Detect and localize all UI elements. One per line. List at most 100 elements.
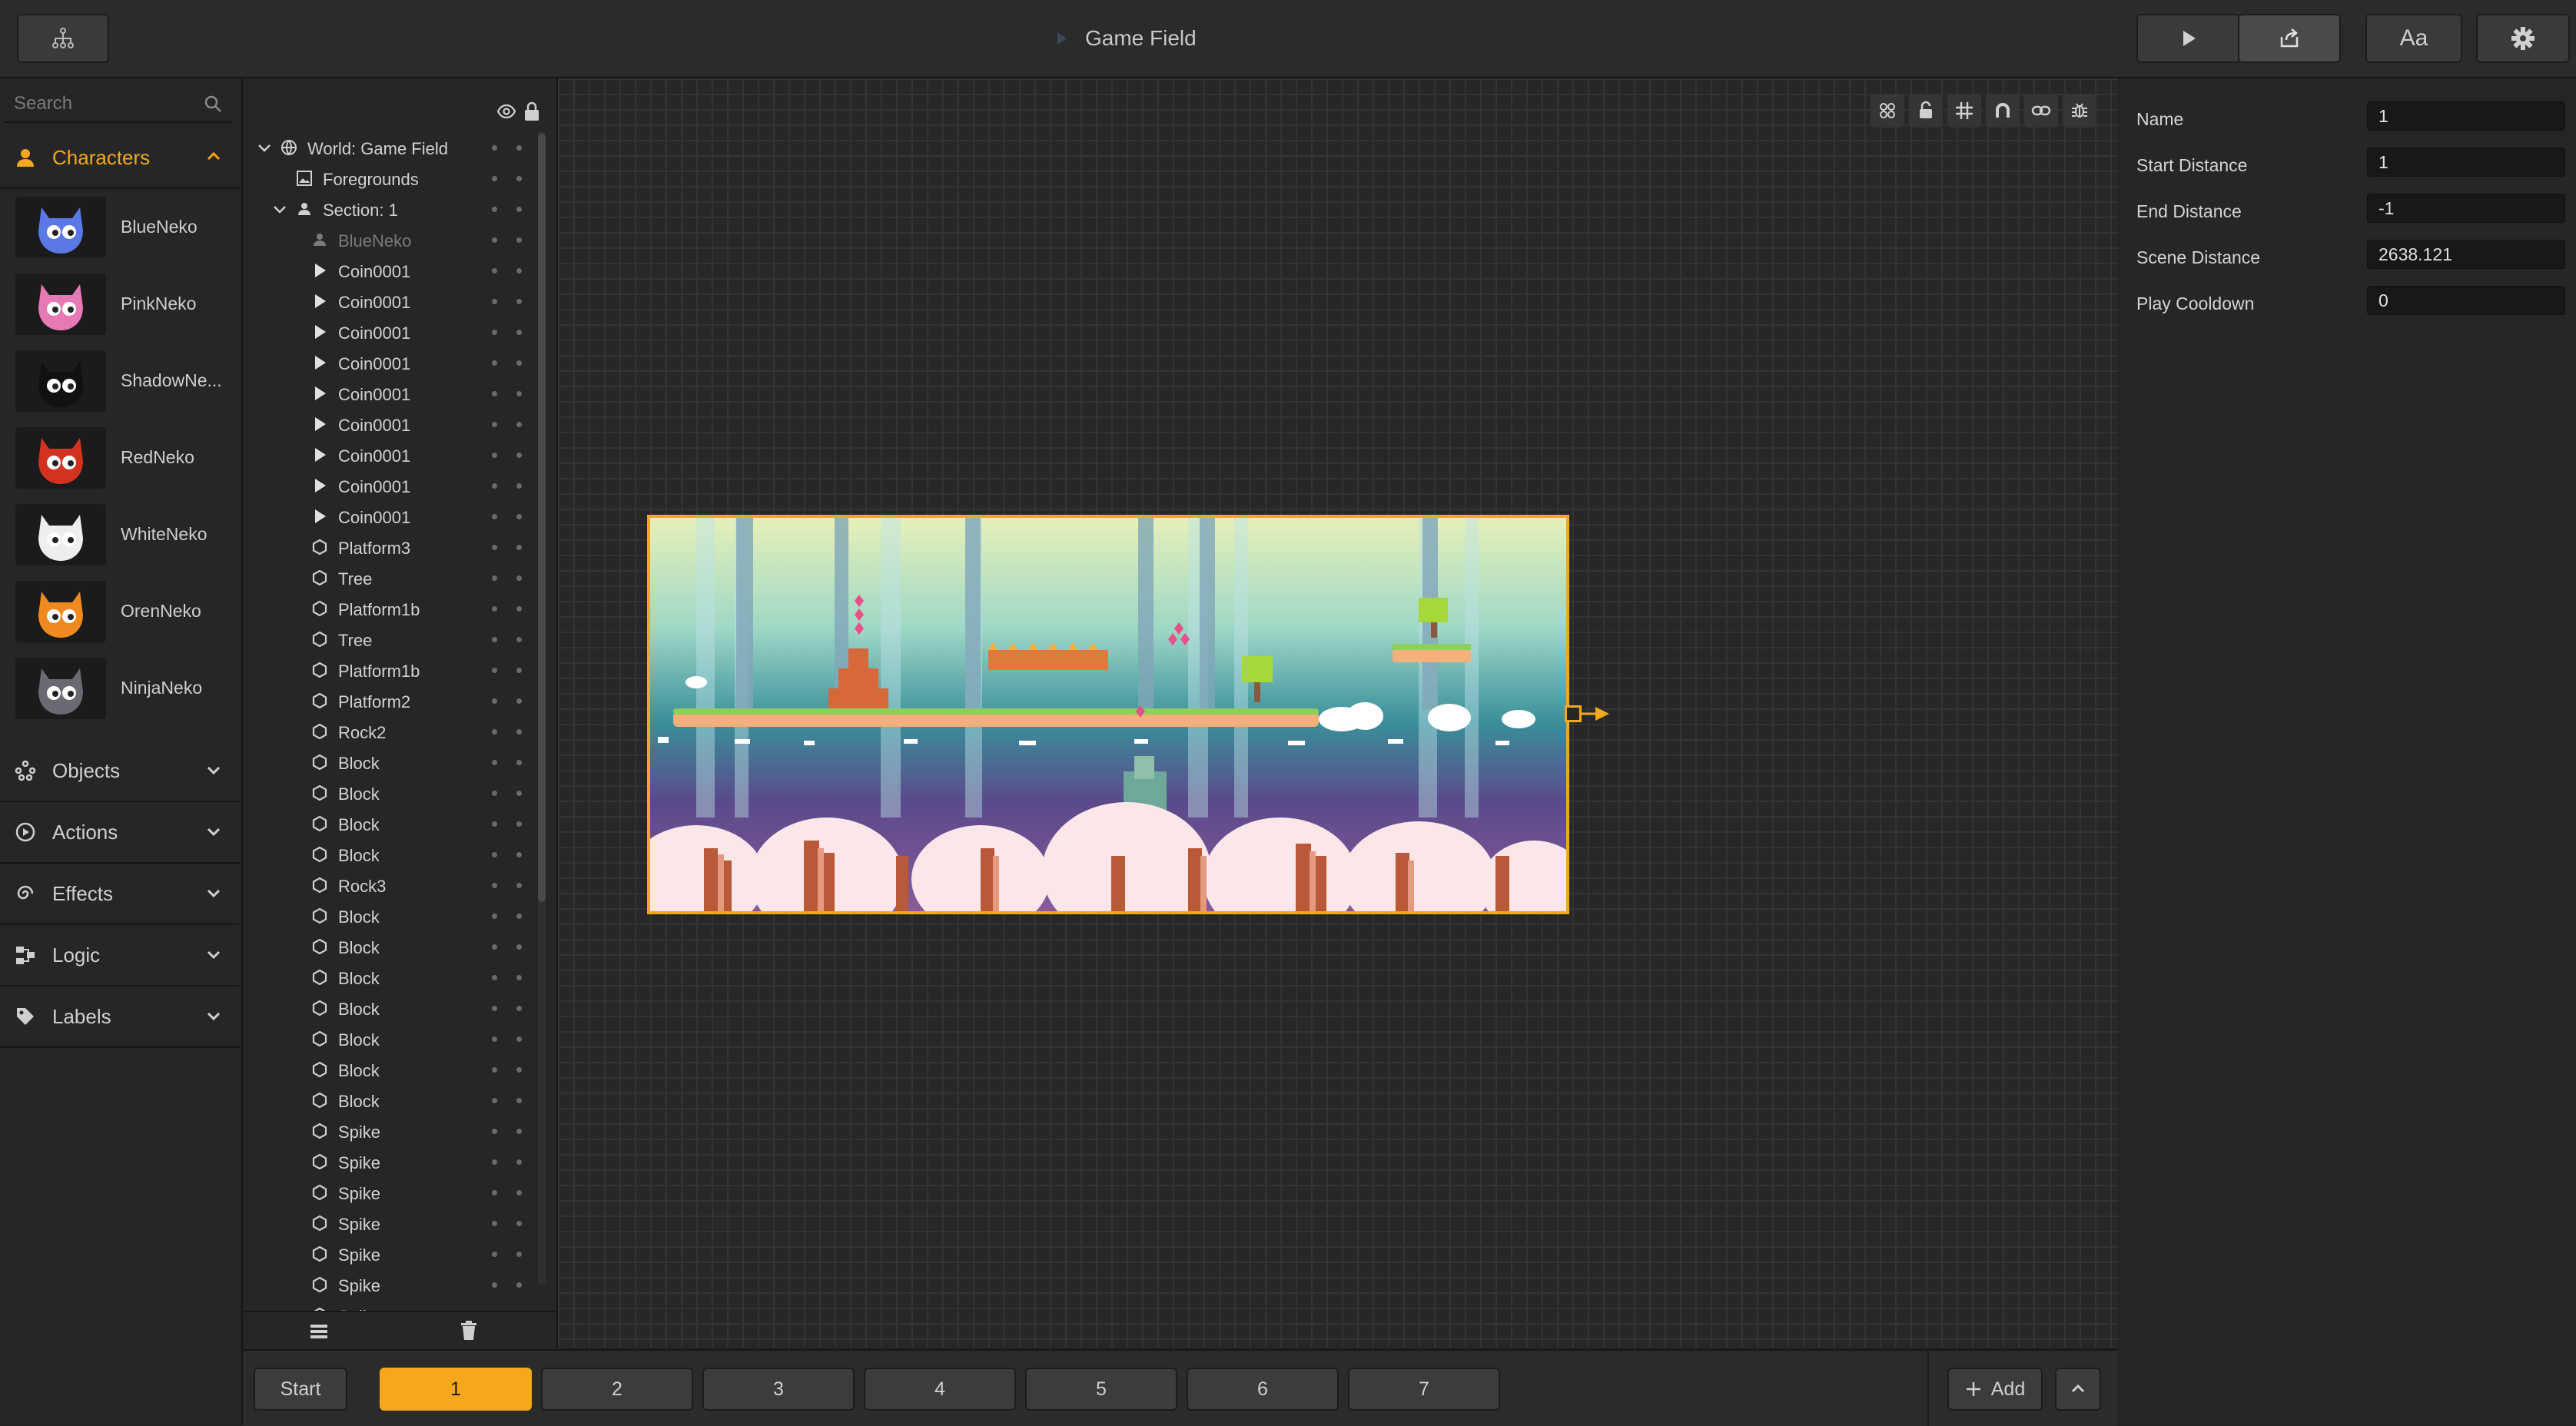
- lock-toggle[interactable]: [516, 1252, 522, 1257]
- visibility-toggle[interactable]: [492, 606, 497, 612]
- visibility-toggle[interactable]: [492, 1159, 497, 1165]
- font-button[interactable]: Aa: [2365, 14, 2462, 63]
- hierarchy-row[interactable]: Platform2: [243, 685, 543, 716]
- layers-icon[interactable]: [309, 1322, 329, 1340]
- hierarchy-row[interactable]: Coin0001: [243, 501, 543, 532]
- lock-toggle[interactable]: [516, 299, 522, 304]
- scene-resize-handle[interactable]: [1565, 705, 1582, 722]
- hierarchy-row[interactable]: BlueNeko: [243, 224, 543, 255]
- hierarchy-row[interactable]: Coin0001: [243, 439, 543, 470]
- visibility-toggle[interactable]: [492, 1006, 497, 1011]
- hierarchy-row[interactable]: Tree: [243, 624, 543, 655]
- visibility-toggle[interactable]: [492, 330, 497, 335]
- hierarchy-row[interactable]: Block: [243, 1023, 543, 1054]
- lock-toggle[interactable]: [516, 1006, 522, 1011]
- hierarchy-row[interactable]: Block: [243, 747, 543, 778]
- visibility-toggle[interactable]: [492, 145, 497, 151]
- characters-category[interactable]: Characters: [0, 128, 240, 189]
- visibility-toggle[interactable]: [492, 207, 497, 212]
- lock-toggle[interactable]: [516, 207, 522, 212]
- visibility-toggle[interactable]: [492, 791, 497, 796]
- hierarchy-row[interactable]: Block: [243, 900, 543, 931]
- hierarchy-row[interactable]: Coin0001: [243, 470, 543, 501]
- hierarchy-row[interactable]: Rock3: [243, 870, 543, 900]
- visibility-toggle[interactable]: [492, 483, 497, 489]
- eye-icon[interactable]: [496, 101, 516, 121]
- hierarchy-row[interactable]: Platform3: [243, 532, 543, 562]
- hierarchy-row[interactable]: Block: [243, 993, 543, 1023]
- visibility-toggle[interactable]: [492, 1129, 497, 1134]
- section-tab[interactable]: 1: [380, 1368, 532, 1411]
- section-tab[interactable]: 5: [1025, 1368, 1177, 1411]
- lock-toggle[interactable]: [516, 1067, 522, 1073]
- lock-toggle[interactable]: [516, 606, 522, 612]
- hierarchy-row[interactable]: Platform1b: [243, 655, 543, 685]
- lock-toggle[interactable]: [516, 791, 522, 796]
- hierarchy-row[interactable]: Platform1b: [243, 593, 543, 624]
- lock-toggle[interactable]: [516, 975, 522, 980]
- search-icon[interactable]: [203, 94, 223, 114]
- collapse-button[interactable]: [2055, 1368, 2101, 1411]
- hierarchy-scroll-thumb[interactable]: [538, 134, 546, 902]
- hierarchy-row[interactable]: Block: [243, 1054, 543, 1085]
- chevron-down-icon[interactable]: [271, 200, 289, 218]
- debug-tool[interactable]: [2063, 94, 2096, 128]
- category-labels[interactable]: Labels: [0, 987, 240, 1048]
- lock-toggle[interactable]: [516, 514, 522, 519]
- visibility-toggle[interactable]: [492, 360, 497, 366]
- property-input[interactable]: [2367, 101, 2565, 131]
- hierarchy-row[interactable]: Section: 1: [243, 194, 543, 224]
- lock-toggle[interactable]: [516, 391, 522, 396]
- lock-toggle[interactable]: [516, 821, 522, 827]
- lock-toggle[interactable]: [516, 1159, 522, 1165]
- visibility-toggle[interactable]: [492, 1098, 497, 1103]
- hierarchy-row[interactable]: Spike: [243, 1116, 543, 1146]
- lock-toggle[interactable]: [516, 668, 522, 673]
- hierarchy-row[interactable]: Block: [243, 962, 543, 993]
- category-effects[interactable]: Effects: [0, 864, 240, 925]
- lock-toggle[interactable]: [516, 268, 522, 274]
- visibility-toggle[interactable]: [492, 944, 497, 950]
- hierarchy-row[interactable]: Foregrounds: [243, 163, 543, 194]
- visibility-toggle[interactable]: [492, 1221, 497, 1226]
- character-item[interactable]: OrenNeko: [0, 573, 240, 650]
- hierarchy-row[interactable]: Spike: [243, 1208, 543, 1239]
- section-tab[interactable]: 4: [864, 1368, 1016, 1411]
- character-item[interactable]: NinjaNeko: [0, 650, 240, 727]
- character-item[interactable]: PinkNeko: [0, 266, 240, 343]
- visibility-toggle[interactable]: [492, 453, 497, 458]
- category-logic[interactable]: Logic: [0, 925, 240, 987]
- hierarchy-row[interactable]: Block: [243, 1085, 543, 1116]
- section-tab[interactable]: 3: [702, 1368, 855, 1411]
- section-tab[interactable]: 2: [541, 1368, 693, 1411]
- hierarchy-row[interactable]: Block: [243, 931, 543, 962]
- lock-toggle[interactable]: [516, 729, 522, 735]
- lock-toggle[interactable]: [516, 944, 522, 950]
- hierarchy-row[interactable]: Coin0001: [243, 286, 543, 317]
- lock-toggle[interactable]: [516, 1221, 522, 1226]
- visibility-toggle[interactable]: [492, 299, 497, 304]
- lock-toggle[interactable]: [516, 698, 522, 704]
- add-section-button[interactable]: Add: [1947, 1368, 2043, 1411]
- lock-toggle[interactable]: [516, 575, 522, 581]
- lock-toggle[interactable]: [516, 1098, 522, 1103]
- visibility-toggle[interactable]: [492, 422, 497, 427]
- magnet-tool[interactable]: [1986, 94, 2020, 128]
- visibility-toggle[interactable]: [492, 975, 497, 980]
- property-input[interactable]: [2367, 286, 2565, 315]
- lock-toggle[interactable]: [516, 453, 522, 458]
- link-tool[interactable]: [2024, 94, 2058, 128]
- hierarchy-row[interactable]: Spike: [243, 1269, 543, 1300]
- visibility-toggle[interactable]: [492, 729, 497, 735]
- lock-toggle[interactable]: [516, 422, 522, 427]
- section-tab[interactable]: 7: [1348, 1368, 1500, 1411]
- trash-icon[interactable]: [460, 1320, 478, 1341]
- category-actions[interactable]: Actions: [0, 802, 240, 864]
- property-input[interactable]: [2367, 194, 2565, 223]
- lock-toggle[interactable]: [516, 1036, 522, 1042]
- character-item[interactable]: RedNeko: [0, 420, 240, 496]
- lock-icon[interactable]: [523, 101, 541, 121]
- hierarchy-button[interactable]: [17, 14, 109, 63]
- lock-toggle[interactable]: [516, 1129, 522, 1134]
- visibility-toggle[interactable]: [492, 637, 497, 642]
